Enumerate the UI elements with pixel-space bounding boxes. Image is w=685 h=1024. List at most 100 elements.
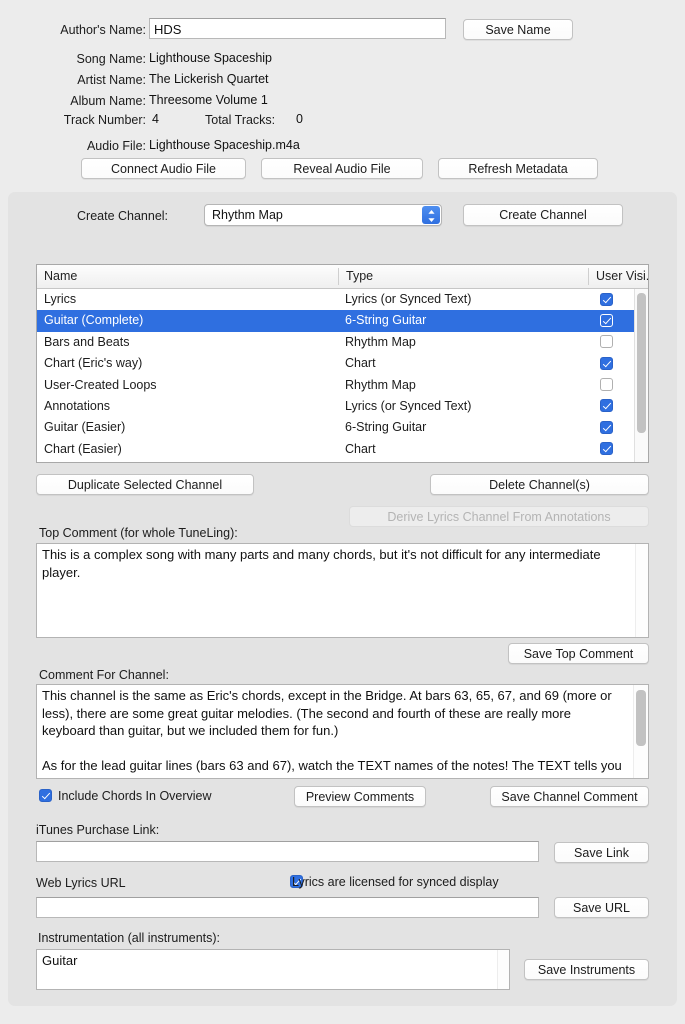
channel-name-cell: Guitar (Complete)	[44, 313, 144, 328]
table-row[interactable]: User-Created Loops Rhythm Map	[37, 375, 648, 396]
top-comment-text: This is a complex song with many parts a…	[42, 547, 601, 580]
user-visible-checkbox[interactable]	[600, 399, 613, 413]
save-name-button[interactable]: Save Name	[463, 19, 573, 40]
table-row[interactable]: Lyrics Lyrics (or Synced Text)	[37, 289, 648, 310]
instrumentation-label: Instrumentation (all instruments):	[38, 931, 221, 945]
channel-type-cell: 6-String Guitar	[345, 420, 427, 435]
table-body: Lyrics Lyrics (or Synced Text) Guitar (Com…	[37, 289, 648, 460]
save-link-button[interactable]: Save Link	[554, 842, 649, 863]
user-visible-cell[interactable]	[600, 442, 613, 458]
scrollbar-thumb[interactable]	[636, 690, 646, 746]
song-name-value: Lighthouse Spaceship	[149, 51, 273, 65]
user-visible-cell[interactable]	[600, 313, 613, 330]
channel-name-cell: User-Created Loops	[44, 377, 157, 392]
album-name-value: Threesome Volume 1	[149, 93, 268, 107]
channel-type-cell: Lyrics (or Synced Text)	[345, 292, 472, 306]
channel-name-cell: Annotations	[44, 398, 111, 413]
reveal-audio-file-button[interactable]: Reveal Audio File	[261, 158, 423, 179]
album-name-label: Album Name:	[70, 94, 146, 108]
channel-comment-text: This channel is the same as Eric's chord…	[42, 687, 626, 778]
channel-type-cell: Rhythm Map	[345, 334, 416, 349]
artist-name-value: The Lickerish Quartet	[149, 72, 269, 86]
save-channel-comment-button[interactable]: Save Channel Comment	[490, 786, 649, 807]
table-row[interactable]: Guitar (Easier) 6-String Guitar	[37, 417, 648, 438]
user-visible-cell[interactable]	[600, 378, 613, 394]
total-tracks-value: 0	[296, 112, 303, 126]
create-channel-type-select[interactable]: Rhythm Map	[204, 204, 442, 226]
audio-file-value: Lighthouse Spaceship.m4a	[149, 138, 300, 152]
chevron-updown-icon[interactable]	[422, 206, 440, 224]
channel-type-cell: Chart	[345, 356, 376, 371]
duplicate-selected-channel-button[interactable]: Duplicate Selected Channel	[36, 474, 254, 495]
user-visible-cell[interactable]	[600, 335, 613, 351]
column-header-name[interactable]: Name	[37, 265, 345, 288]
user-visible-checkbox[interactable]	[600, 356, 613, 370]
create-channel-button[interactable]: Create Channel	[463, 204, 623, 226]
channel-name-cell: Chart (Easier)	[44, 441, 122, 456]
song-name-label: Song Name:	[76, 52, 146, 66]
audio-file-label: Audio File:	[86, 139, 146, 153]
refresh-metadata-button[interactable]: Refresh Metadata	[438, 158, 598, 179]
table-row[interactable]: Annotations Lyrics (or Synced Text)	[37, 396, 648, 417]
web-lyrics-url-label: Web Lyrics URL	[36, 876, 126, 890]
channel-comment-textarea[interactable]: This channel is the same as Eric's chord…	[36, 684, 649, 779]
table-row[interactable]: Guitar (Complete) 6-String Guitar	[37, 310, 648, 332]
user-visible-cell[interactable]	[600, 399, 613, 415]
channel-name-cell: Chart (Eric's way)	[44, 356, 143, 371]
user-visible-cell[interactable]	[600, 292, 613, 309]
authors-name-input[interactable]: HDS	[149, 18, 446, 39]
create-channel-type-value: Rhythm Map	[212, 208, 283, 222]
channel-comment-scrollbar[interactable]	[633, 685, 648, 778]
artist-name-label: Artist Name:	[77, 73, 146, 87]
channel-name-cell: Lyrics	[44, 292, 77, 306]
lyrics-licensed-label: Lyrics are licensed for synced display	[292, 875, 499, 889]
track-number-value: 4	[152, 112, 159, 126]
total-tracks-label: Total Tracks:	[205, 113, 276, 127]
include-chords-label: Include Chords In Overview	[58, 789, 212, 803]
column-header-user-visible[interactable]: User Visi...	[589, 265, 648, 288]
authors-name-label: Author's Name:	[60, 23, 146, 37]
user-visible-checkbox[interactable]	[600, 313, 613, 327]
instrumentation-scrollbar[interactable]	[497, 950, 509, 989]
scrollbar-thumb[interactable]	[637, 293, 646, 433]
channel-name-cell: Bars and Beats	[44, 334, 130, 349]
user-visible-checkbox[interactable]	[600, 442, 613, 456]
user-visible-cell[interactable]	[600, 356, 613, 373]
user-visible-cell[interactable]	[600, 420, 613, 437]
user-visible-checkbox[interactable]	[600, 292, 613, 306]
channel-comment-paragraph-2: As for the lead guitar lines (bars 63 an…	[42, 758, 622, 778]
save-instruments-button[interactable]: Save Instruments	[524, 959, 649, 980]
table-row[interactable]: Chart (Eric's way) Chart	[37, 353, 648, 374]
channel-type-cell: Chart	[345, 441, 376, 456]
derive-lyrics-channel-button: Derive Lyrics Channel From Annotations	[349, 506, 649, 527]
channel-comment-label: Comment For Channel:	[39, 668, 169, 682]
channel-type-cell: Rhythm Map	[345, 377, 416, 392]
top-comment-textarea[interactable]: This is a complex song with many parts a…	[36, 543, 649, 638]
table-row[interactable]: Chart (Easier) Chart	[37, 439, 648, 460]
column-header-type[interactable]: Type	[339, 265, 590, 288]
instrumentation-textarea[interactable]: Guitar	[36, 949, 510, 990]
table-header-row: Name Type User Visi...	[37, 265, 648, 289]
web-lyrics-url-input[interactable]	[36, 897, 539, 918]
itunes-purchase-link-input[interactable]	[36, 841, 539, 862]
create-channel-label: Create Channel:	[77, 209, 169, 223]
table-vertical-scrollbar[interactable]	[634, 289, 648, 462]
save-top-comment-button[interactable]: Save Top Comment	[508, 643, 649, 664]
top-comment-label: Top Comment (for whole TuneLing):	[39, 526, 238, 540]
user-visible-checkbox[interactable]	[600, 420, 613, 434]
channel-type-cell: 6-String Guitar	[345, 313, 427, 328]
table-row[interactable]: Bars and Beats Rhythm Map	[37, 332, 648, 353]
connect-audio-file-button[interactable]: Connect Audio File	[81, 158, 246, 179]
user-visible-checkbox[interactable]	[600, 378, 613, 392]
top-comment-scrollbar[interactable]	[635, 544, 648, 637]
instrumentation-value: Guitar	[42, 953, 78, 968]
channels-table[interactable]: Name Type User Visi... Lyrics Lyrics (or …	[36, 264, 649, 463]
user-visible-checkbox[interactable]	[600, 335, 613, 349]
channel-type-cell: Lyrics (or Synced Text)	[345, 398, 472, 413]
delete-channels-button[interactable]: Delete Channel(s)	[430, 474, 649, 495]
preview-comments-button[interactable]: Preview Comments	[294, 786, 426, 807]
save-url-button[interactable]: Save URL	[554, 897, 649, 918]
include-chords-checkbox[interactable]	[39, 789, 52, 802]
channel-comment-paragraph-1: This channel is the same as Eric's chord…	[42, 688, 612, 738]
